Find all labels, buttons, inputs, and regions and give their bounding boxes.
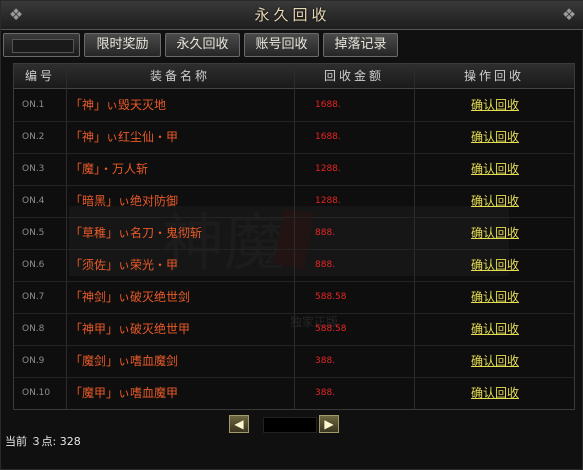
header-name: 装备名称 bbox=[149, 69, 210, 83]
page-indicator bbox=[263, 417, 317, 433]
recycle-amount: 588.58 bbox=[315, 292, 347, 302]
item-name: 「神剑」ぃ破灭绝世剑 bbox=[70, 290, 191, 304]
confirm-recycle-link[interactable]: 确认回收 bbox=[456, 121, 534, 153]
row-number: ON.7 bbox=[22, 292, 45, 302]
recycle-amount: 588.58 bbox=[315, 324, 347, 334]
confirm-recycle-link[interactable]: 确认回收 bbox=[456, 313, 534, 345]
table-row: ON.5 「草稚」ぃ名刀・鬼彻斩 888. 确认回收 bbox=[14, 217, 574, 250]
confirm-recycle-link[interactable]: 确认回收 bbox=[456, 249, 534, 281]
row-number: ON.8 bbox=[22, 324, 45, 334]
row-number: ON.2 bbox=[22, 132, 45, 142]
confirm-recycle-link[interactable]: 确认回收 bbox=[456, 281, 534, 313]
item-name: 「神」ぃ红尘仙・甲 bbox=[70, 130, 179, 144]
item-name: 「须佐」ぃ荣光・甲 bbox=[70, 258, 179, 272]
item-name: 「神甲」ぃ破灭绝世甲 bbox=[70, 322, 191, 336]
item-name: 「魔甲」ぃ嗜血魔甲 bbox=[70, 386, 179, 400]
header-amount: 回收金额 bbox=[323, 69, 384, 83]
tab-blank[interactable] bbox=[3, 33, 80, 57]
item-name: 「神」ぃ毁天灭地 bbox=[70, 98, 167, 112]
table-row: ON.4 「暗黑」ぃ绝对防御 1288. 确认回收 bbox=[14, 185, 574, 218]
window-title: 永久回收 bbox=[254, 6, 331, 24]
table-row: ON.6 「须佐」ぃ荣光・甲 888. 确认回收 bbox=[14, 249, 574, 282]
corner-ornament-icon: ❖ bbox=[561, 5, 577, 24]
item-name: 「魔」・万人斩 bbox=[70, 162, 149, 176]
confirm-recycle-link[interactable]: 确认回收 bbox=[456, 217, 534, 249]
confirm-recycle-link[interactable]: 确认回收 bbox=[456, 345, 534, 377]
row-number: ON.4 bbox=[22, 196, 45, 206]
row-number: ON.10 bbox=[22, 388, 51, 398]
row-number: ON.6 bbox=[22, 260, 45, 270]
recycle-amount: 388. bbox=[315, 388, 336, 398]
recycle-window: ❖ 永久回收 ❖ 限时奖励 永久回收 账号回收 掉落记录 神魔 独家正版 编号 … bbox=[0, 0, 583, 470]
table-row: ON.2 「神」ぃ红尘仙・甲 1688. 确认回收 bbox=[14, 121, 574, 154]
chevron-right-icon: ▶ bbox=[324, 417, 334, 431]
table-row: ON.8 「神甲」ぃ破灭绝世甲 588.58 确认回收 bbox=[14, 313, 574, 346]
recycle-amount: 888. bbox=[315, 228, 336, 238]
chevron-left-icon: ◀ bbox=[234, 417, 244, 431]
item-name: 「暗黑」ぃ绝对防御 bbox=[70, 194, 179, 208]
table-row: ON.7 「神剑」ぃ破灭绝世剑 588.58 确认回收 bbox=[14, 281, 574, 314]
recycle-table: 神魔 独家正版 编号 装备名称 回收金额 操作回收 ON.1 「神」ぃ毁天灭地 … bbox=[13, 63, 575, 410]
row-number: ON.1 bbox=[22, 100, 45, 110]
row-number: ON.5 bbox=[22, 228, 45, 238]
confirm-recycle-link[interactable]: 确认回收 bbox=[456, 377, 534, 409]
tab-drop-record[interactable]: 掉落记录 bbox=[323, 33, 398, 57]
title-bar: ❖ 永久回收 ❖ bbox=[1, 1, 583, 30]
recycle-amount: 1688. bbox=[315, 132, 341, 142]
row-number: ON.9 bbox=[22, 356, 45, 366]
recycle-amount: 1288. bbox=[315, 196, 341, 206]
header-no: 编号 bbox=[24, 69, 55, 83]
header-action: 操作回收 bbox=[463, 69, 524, 83]
recycle-amount: 388. bbox=[315, 356, 336, 366]
tab-limited-reward[interactable]: 限时奖励 bbox=[84, 33, 161, 57]
confirm-recycle-link[interactable]: 确认回收 bbox=[456, 89, 534, 121]
tab-account-recycle[interactable]: 账号回收 bbox=[244, 33, 319, 57]
tab-bar: 限时奖励 永久回收 账号回收 掉落记录 bbox=[1, 33, 583, 59]
recycle-amount: 1288. bbox=[315, 164, 341, 174]
table-row: ON.9 「魔剑」ぃ嗜血魔剑 388. 确认回收 bbox=[14, 345, 574, 378]
recycle-amount: 1688. bbox=[315, 100, 341, 110]
table-row: ON.3 「魔」・万人斩 1288. 确认回收 bbox=[14, 153, 574, 186]
item-name: 「草稚」ぃ名刀・鬼彻斩 bbox=[70, 226, 203, 240]
item-name: 「魔剑」ぃ嗜血魔剑 bbox=[70, 354, 179, 368]
recycle-amount: 888. bbox=[315, 260, 336, 270]
prev-page-button[interactable]: ◀ bbox=[229, 415, 249, 433]
points-status: 当前 ３点: 328 bbox=[5, 435, 81, 448]
next-page-button[interactable]: ▶ bbox=[319, 415, 339, 433]
confirm-recycle-link[interactable]: 确认回收 bbox=[456, 153, 534, 185]
tab-permanent-recycle[interactable]: 永久回收 bbox=[165, 33, 240, 57]
table-row: ON.10 「魔甲」ぃ嗜血魔甲 388. 确认回收 bbox=[14, 377, 574, 409]
table-row: ON.1 「神」ぃ毁天灭地 1688. 确认回收 bbox=[14, 89, 574, 122]
confirm-recycle-link[interactable]: 确认回收 bbox=[456, 185, 534, 217]
row-number: ON.3 bbox=[22, 164, 45, 174]
